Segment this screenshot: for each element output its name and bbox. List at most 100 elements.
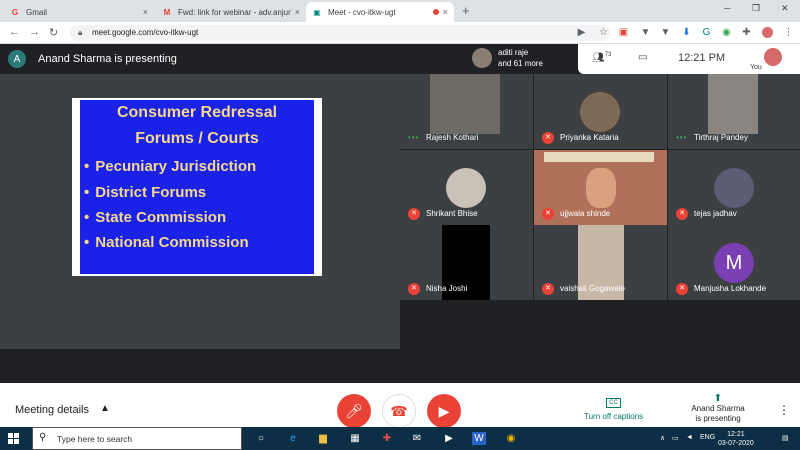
forward-icon[interactable]: → bbox=[29, 26, 40, 38]
self-avatar[interactable] bbox=[764, 48, 782, 66]
participant-avatar bbox=[714, 168, 754, 208]
others-preview[interactable]: aditi raje and 61 more bbox=[472, 47, 543, 69]
grammarly-icon[interactable]: G bbox=[701, 27, 712, 38]
muted-mic-icon: ✕ bbox=[676, 208, 688, 220]
extension-icon[interactable]: ◉ bbox=[721, 27, 732, 38]
leave-call-button[interactable]: ☎︎ bbox=[382, 394, 416, 428]
participant-name: tejas jadhav bbox=[694, 209, 737, 218]
others-count: and 61 more bbox=[498, 59, 543, 68]
people-icon[interactable]: 👥︎73 bbox=[592, 52, 611, 63]
mic-off-icon: 🎤︎ bbox=[345, 402, 363, 419]
mail-icon[interactable]: ✉ bbox=[410, 432, 424, 445]
participant-tile[interactable]: ✕ Nisha Joshi bbox=[400, 225, 533, 300]
participant-tile[interactable]: ✕ tejas jadhav bbox=[668, 150, 800, 225]
slide-frame: Consumer Redressal Forums / Courts • Pecu… bbox=[72, 98, 322, 276]
puzzle-icon[interactable]: ✚ bbox=[741, 27, 752, 38]
close-tab-icon[interactable]: × bbox=[295, 7, 300, 17]
participant-tile[interactable]: ✕ Priyanka Kataria bbox=[534, 74, 667, 149]
tab-gmail-webinar[interactable]: M Fwd: link for webinar - adv.anjum × bbox=[156, 2, 306, 22]
muted-mic-icon: ✕ bbox=[676, 283, 688, 295]
participant-tile[interactable]: ••• Rajesh Kothari bbox=[400, 74, 533, 149]
task-view-icon[interactable]: ○ bbox=[254, 432, 268, 445]
muted-mic-icon: ✕ bbox=[542, 132, 554, 144]
restore-icon[interactable]: ❐ bbox=[752, 3, 760, 14]
back-icon[interactable]: ← bbox=[9, 26, 20, 38]
camera-icon[interactable]: ▶ bbox=[576, 27, 587, 38]
tab-meet[interactable]: ▣ Meet - cvo-itkw-ugt × bbox=[306, 2, 454, 22]
close-window-icon[interactable]: ✕ bbox=[781, 3, 789, 14]
mic-toggle-button[interactable]: 🎤︎ bbox=[337, 394, 371, 428]
close-tab-icon[interactable]: × bbox=[143, 7, 148, 17]
tab-title: Meet - cvo-itkw-ugt bbox=[328, 7, 396, 17]
captions-button[interactable]: CC Turn off captions bbox=[584, 397, 643, 421]
participant-name: Nisha Joshi bbox=[426, 284, 468, 293]
reload-icon[interactable]: ↻ bbox=[49, 26, 58, 39]
language-indicator[interactable]: ENG bbox=[700, 434, 715, 441]
participant-tile[interactable]: ✕ ujjwala shinde bbox=[534, 150, 667, 225]
participant-name: Priyanka Kataria bbox=[560, 133, 619, 142]
profile-avatar[interactable] bbox=[762, 27, 773, 38]
avatar bbox=[472, 48, 492, 68]
extension-icon[interactable]: ▼ bbox=[660, 27, 671, 38]
minimize-icon[interactable]: ─ bbox=[724, 3, 730, 13]
browser-tab-strip: G Gmail × M Fwd: link for webinar - adv.… bbox=[0, 0, 800, 22]
media-icon[interactable]: ▶ bbox=[442, 432, 456, 445]
chat-icon[interactable]: ▭ bbox=[638, 52, 647, 63]
download-icon[interactable]: ⬇ bbox=[681, 27, 692, 38]
windows-start-icon[interactable] bbox=[8, 433, 19, 444]
edge-icon[interactable]: e bbox=[286, 432, 300, 445]
network-icon[interactable]: ▭ bbox=[672, 434, 679, 442]
participant-avatar: M bbox=[714, 243, 754, 283]
participant-video bbox=[544, 152, 654, 162]
participant-name: Tirthraj Pandey bbox=[694, 133, 748, 142]
tray-chevron-icon[interactable]: ∧ bbox=[660, 434, 665, 442]
muted-mic-icon: ✕ bbox=[542, 208, 554, 220]
bullet-glyph: • bbox=[84, 209, 90, 226]
participant-name: vaishali Gogawale bbox=[560, 284, 625, 293]
notification-icon[interactable]: ▤ bbox=[782, 434, 789, 442]
tab-gmail[interactable]: G Gmail × bbox=[4, 2, 154, 22]
hang-up-icon: ☎︎ bbox=[390, 402, 408, 419]
participant-tile[interactable]: M ✕ Manjusha Lokhande bbox=[668, 225, 800, 300]
participant-tile[interactable]: ✕ vaishali Gogawale bbox=[534, 225, 667, 300]
chrome-icon[interactable]: ◉ bbox=[504, 432, 518, 445]
word-icon[interactable]: W bbox=[472, 432, 486, 445]
taskbar-clock[interactable]: 12:21 03-07-2020 bbox=[718, 430, 754, 448]
muted-mic-icon: ✕ bbox=[408, 283, 420, 295]
taskbar-time: 12:21 bbox=[727, 431, 745, 438]
more-options-icon[interactable]: ⋮ bbox=[778, 403, 790, 417]
present-icon: ⬆ bbox=[713, 393, 723, 404]
tab-title: Fwd: link for webinar - adv.anjum bbox=[178, 7, 291, 17]
participant-avatar bbox=[446, 168, 486, 208]
meet-icon: ▣ bbox=[313, 7, 321, 17]
presenting-button[interactable]: ⬆ Anand Sharma is presenting bbox=[688, 394, 748, 424]
others-name: aditi raje bbox=[498, 48, 529, 57]
close-tab-icon[interactable]: × bbox=[443, 7, 448, 17]
menu-icon[interactable]: ⋮ bbox=[783, 27, 794, 38]
taskbar-search-input[interactable]: ⚲ Type here to search bbox=[32, 427, 242, 450]
star-icon[interactable]: ☆ bbox=[598, 27, 609, 38]
slide: Consumer Redressal Forums / Courts • Pecu… bbox=[80, 100, 314, 274]
participant-tile[interactable]: ✕ Shrikant Bhise bbox=[400, 150, 533, 225]
url-input[interactable]: 🔒︎ meet.google.com/cvo-itkw-ugt bbox=[70, 25, 610, 41]
cc-icon: CC bbox=[606, 398, 621, 408]
volume-icon[interactable]: ◄ bbox=[686, 434, 693, 441]
muted-mic-icon: ✕ bbox=[408, 208, 420, 220]
extension-icon[interactable]: ▼ bbox=[640, 27, 651, 38]
chevron-up-icon[interactable]: ▲ bbox=[100, 403, 110, 414]
address-bar: ← → ↻ 🔒︎ meet.google.com/cvo-itkw-ugt ▶ … bbox=[0, 22, 800, 44]
new-tab-button[interactable]: + bbox=[462, 3, 470, 18]
camera-toggle-button[interactable]: ▶ bbox=[427, 394, 461, 428]
participant-tile[interactable]: ••• Tirthraj Pandey bbox=[668, 74, 800, 149]
speaking-icon: ••• bbox=[408, 133, 420, 142]
store-icon[interactable]: ▦ bbox=[348, 432, 362, 445]
gift-icon[interactable]: ✚ bbox=[380, 432, 394, 445]
participant-video bbox=[430, 74, 500, 134]
file-explorer-icon[interactable]: ▆ bbox=[316, 432, 330, 445]
captions-label: Turn off captions bbox=[584, 412, 644, 421]
muted-mic-icon: ✕ bbox=[542, 283, 554, 295]
meeting-details-button[interactable]: Meeting details bbox=[15, 404, 89, 416]
participant-name: ujjwala shinde bbox=[560, 209, 611, 218]
slide-bullet: • National Commission bbox=[84, 234, 249, 251]
extension-icon[interactable]: ▣ bbox=[618, 27, 629, 38]
